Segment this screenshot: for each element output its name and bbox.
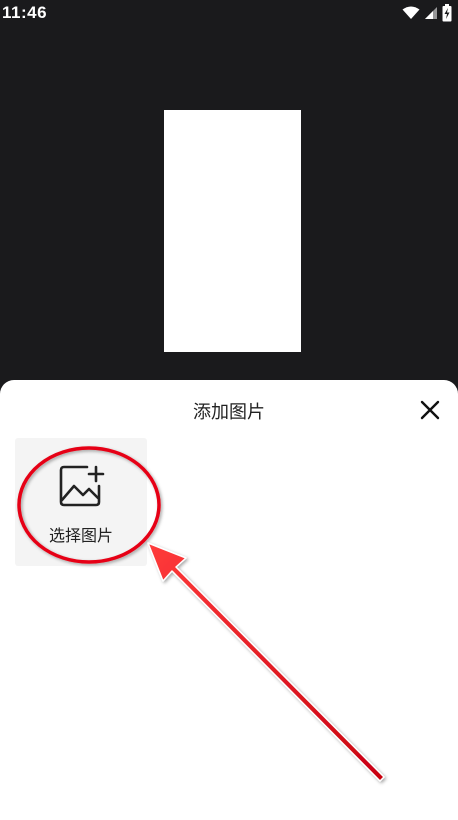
status-icons bbox=[402, 4, 452, 22]
wifi-icon bbox=[402, 6, 420, 19]
image-preview bbox=[164, 110, 301, 352]
sheet-title: 添加图片 bbox=[193, 402, 265, 423]
status-bar: 11:46 bbox=[0, 0, 458, 28]
signal-icon bbox=[425, 7, 437, 19]
screen: 11:46 添加图片 选择图片 bbox=[0, 0, 458, 820]
status-time: 11:46 bbox=[2, 3, 48, 22]
battery-charging-icon bbox=[442, 4, 452, 22]
add-image-icon bbox=[59, 465, 105, 507]
select-image-label: 选择图片 bbox=[48, 526, 113, 545]
close-icon bbox=[420, 400, 440, 420]
add-image-sheet: 添加图片 选择图片 bbox=[0, 380, 458, 820]
close-button[interactable] bbox=[416, 396, 444, 424]
select-image-button[interactable]: 选择图片 bbox=[15, 438, 147, 566]
